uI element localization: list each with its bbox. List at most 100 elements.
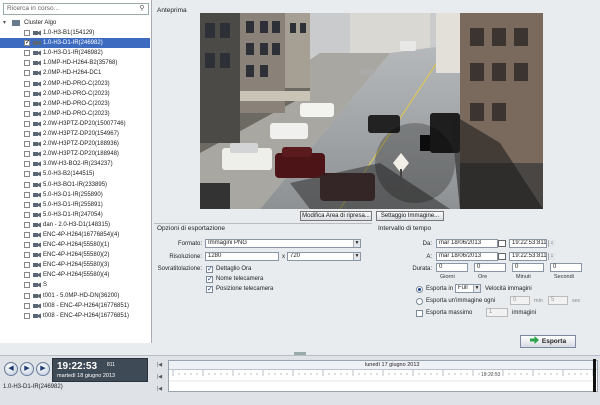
camera-item[interactable]: t008 - ENC-4P-H264(16776851) (0, 301, 150, 311)
one-image-every-radio[interactable] (416, 298, 423, 305)
camera-item[interactable]: ENC-4P-H264(55580)(4) (0, 270, 150, 280)
speed-select[interactable]: Full ▼ (455, 284, 481, 293)
collapse-icon[interactable]: ▾ (3, 20, 9, 26)
camera-item[interactable]: 5.0-H3-D1-IR(255891) (0, 200, 150, 210)
overlay-checkbox[interactable] (206, 266, 213, 273)
duration-input[interactable]: 0 (512, 263, 544, 272)
duration-input[interactable]: 0 (436, 263, 468, 272)
camera-checkbox[interactable] (24, 131, 30, 138)
overlay-checkbox[interactable] (206, 286, 213, 293)
from-date-input[interactable]: mar 18/06/2013 (436, 239, 498, 248)
one-image-min-input[interactable]: 0 (510, 296, 530, 305)
camera-item[interactable]: t001 - 5.0MP-HD-DN(36200) (0, 291, 150, 301)
camera-item[interactable]: 2.0W-H3PTZ-DP20(188936) (0, 139, 150, 149)
camera-checkbox[interactable] (24, 242, 30, 249)
camera-checkbox[interactable] (24, 221, 30, 228)
resolution-width-input[interactable]: 1280 (205, 252, 279, 261)
spinner-icon[interactable]: ↕ (548, 240, 555, 247)
camera-checkbox[interactable] (24, 252, 30, 259)
export-in-radio[interactable] (416, 286, 423, 293)
camera-checkbox[interactable] (24, 151, 30, 158)
camera-item[interactable]: 1.0MP-HD-H264-B2(35768) (0, 58, 150, 68)
camera-checkbox[interactable] (24, 191, 30, 198)
camera-checkbox[interactable] (24, 80, 30, 87)
max-export-input[interactable]: 1 (486, 308, 508, 317)
camera-checkbox[interactable] (24, 120, 30, 127)
camera-checkbox[interactable] (24, 181, 30, 188)
camera-checkbox[interactable] (24, 141, 30, 148)
camera-item[interactable]: 5.0-H3-BO1-IR(233895) (0, 180, 150, 190)
calendar-icon[interactable] (498, 240, 506, 247)
camera-checkbox[interactable] (24, 292, 30, 299)
camera-checkbox[interactable] (24, 90, 30, 97)
modify-area-button[interactable]: Modifica Area di ripresa... (300, 211, 372, 221)
spinner-icon[interactable]: ↕ (548, 253, 555, 260)
camera-item[interactable]: ENC-4P-H264(55580)(1) (0, 240, 150, 250)
format-select[interactable]: Immagini PNG ▼ (205, 239, 361, 248)
overlay-checkbox[interactable] (206, 276, 213, 283)
overlay-option[interactable]: Dettaglio Ora (206, 265, 356, 275)
duration-input[interactable]: 0 (550, 263, 582, 272)
camera-checkbox[interactable] (24, 161, 30, 168)
camera-item[interactable]: 2.0W-H3PTZ-DP20(154967) (0, 129, 150, 139)
camera-item[interactable]: 1.0-H3-D1-IR(246982) (0, 48, 150, 58)
timeline-nav-icon[interactable]: |◀ (157, 362, 165, 368)
search-input[interactable]: Ricerca in corso... (3, 3, 149, 15)
camera-item[interactable]: ENC-4P-H264(55580)(2) (0, 250, 150, 260)
chevron-down-icon[interactable]: ▼ (353, 253, 360, 260)
search-icon[interactable]: ⚲ (137, 4, 147, 14)
duration-input[interactable]: 0 (474, 263, 506, 272)
camera-checkbox[interactable] (24, 50, 30, 57)
camera-checkbox[interactable] (24, 30, 30, 37)
camera-checkbox[interactable] (24, 100, 30, 107)
timeline-nav-icon[interactable]: |◀ (157, 374, 165, 380)
export-button[interactable]: Esporta (520, 335, 576, 348)
camera-checkbox[interactable] (24, 231, 30, 238)
camera-checkbox[interactable] (24, 312, 30, 319)
image-settings-button[interactable]: Settaggio Immagine... (376, 211, 444, 221)
camera-checkbox[interactable] (24, 272, 30, 279)
timeline[interactable]: lunedì 17 giugno 2013 19:22:53 (168, 359, 598, 392)
camera-checkbox[interactable] (24, 171, 30, 178)
from-time-input[interactable]: 19:22:53:811 (509, 239, 547, 248)
camera-item[interactable]: ENC-4P-H264(16776854)(4) (0, 230, 150, 240)
camera-item[interactable]: ENC-4P-H264(55580)(3) (0, 260, 150, 270)
camera-checkbox[interactable] (24, 211, 30, 218)
camera-item[interactable]: dan - 2.0-H3-D1(148315) (0, 220, 150, 230)
calendar-icon[interactable] (498, 253, 506, 260)
camera-checkbox[interactable] (24, 38, 30, 48)
camera-item[interactable]: 5.0-H3-D1-IR(247054) (0, 210, 150, 220)
chevron-down-icon[interactable]: ▼ (473, 285, 480, 292)
overlay-option[interactable]: Nome telecamera (206, 275, 356, 285)
to-date-input[interactable]: mar 18/06/2013 (436, 252, 498, 261)
one-image-sec-input[interactable]: 5 (548, 296, 568, 305)
forward-button[interactable]: ▶ (36, 362, 50, 376)
camera-checkbox[interactable] (24, 282, 30, 289)
rewind-button[interactable]: ◀ (4, 362, 18, 376)
tree-root[interactable]: ▾ Cluster Algo (0, 18, 150, 28)
to-time-input[interactable]: 19:22:53:811 (509, 252, 547, 261)
camera-item[interactable]: 5.0-H3-D1-IR(255890) (0, 190, 150, 200)
camera-item[interactable]: 2.0MP-HD-PRO-C(2023) (0, 109, 150, 119)
camera-item[interactable]: 2.0W-H3PTZ-DP20(15007746) (0, 119, 150, 129)
camera-item[interactable]: 3.0W-H3-BO2-IR(234237) (0, 159, 150, 169)
camera-checkbox[interactable] (24, 201, 30, 208)
chevron-down-icon[interactable]: ▼ (353, 240, 360, 247)
timeline-nav-icon[interactable]: |◀ (157, 386, 165, 392)
camera-item[interactable]: 2.0MP-HD-PRO-C(2023) (0, 89, 150, 99)
camera-item[interactable]: 1.0-H3-B1(154129) (0, 28, 150, 38)
camera-checkbox[interactable] (24, 60, 30, 67)
max-export-checkbox[interactable] (416, 310, 423, 317)
camera-item[interactable]: S (0, 280, 150, 290)
camera-checkbox[interactable] (24, 262, 30, 269)
resolution-height-select[interactable]: 720 ▼ (287, 252, 361, 261)
timeline-cursor[interactable] (593, 359, 596, 392)
camera-item[interactable]: 2.0W-H3PTZ-DP20(188948) (0, 149, 150, 159)
camera-item[interactable]: t008 - ENC-4P-H264(16776851) (0, 311, 150, 321)
camera-item[interactable]: 2.0MP-HD-PRO-C(2023) (0, 79, 150, 89)
play-button[interactable]: ▶ (20, 362, 34, 376)
camera-checkbox[interactable] (24, 110, 30, 117)
camera-item[interactable]: 1.0-H3-D1-IR(246982) (0, 38, 150, 49)
overlay-option[interactable]: Posizione telecamera (206, 285, 356, 295)
camera-item[interactable]: 2.0MP-HD-PRO-C(2023) (0, 99, 150, 109)
